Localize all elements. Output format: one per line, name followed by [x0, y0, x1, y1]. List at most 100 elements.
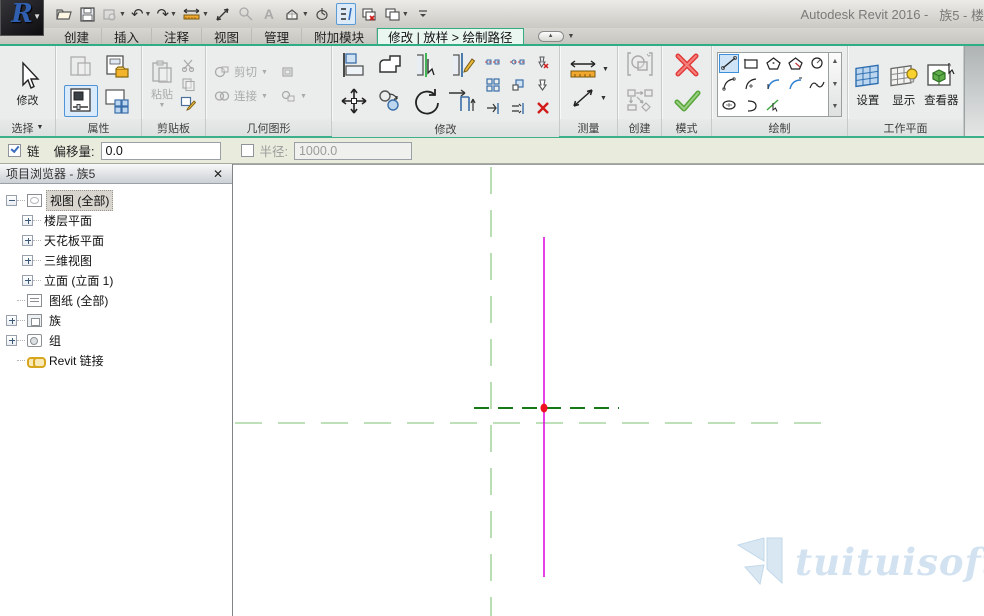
- draw-arc-ser-button[interactable]: [719, 75, 739, 94]
- drawing-area[interactable]: tuituisoft .com: [233, 164, 984, 616]
- tree-item-views[interactable]: 视图 (全部): [0, 190, 232, 210]
- align-button[interactable]: [340, 51, 368, 84]
- expand-expander[interactable]: [6, 315, 17, 326]
- draw-rectangle-button[interactable]: [741, 54, 761, 73]
- expand-expander[interactable]: [22, 275, 33, 286]
- tree-item-3d-views[interactable]: 三维视图: [0, 250, 232, 270]
- finish-sketch-button[interactable]: [673, 90, 701, 117]
- draw-partial-ellipse-button[interactable]: [741, 96, 761, 115]
- aligned-dimension-ribbon-button[interactable]: ▼: [570, 86, 607, 110]
- expand-expander[interactable]: [6, 335, 17, 346]
- chevron-down-icon[interactable]: ▼: [568, 33, 575, 40]
- trim-multiple-button[interactable]: [509, 100, 527, 116]
- tab-insert[interactable]: 插入: [102, 28, 152, 44]
- ribbon-minimize-icon[interactable]: ▲: [538, 31, 564, 42]
- core-centerline-button[interactable]: [509, 54, 527, 70]
- switch-windows-button[interactable]: ▼: [382, 3, 410, 25]
- ribbon: 修改 选择▼: [0, 44, 984, 138]
- section-button[interactable]: [313, 3, 333, 25]
- draw-circle-button[interactable]: [807, 54, 827, 73]
- chain-checkbox[interactable]: [8, 144, 21, 157]
- radius-checkbox[interactable]: [241, 144, 254, 157]
- ribbon-minimize-control[interactable]: ▲ ▼: [538, 28, 575, 44]
- thin-lines-button[interactable]: [336, 3, 356, 25]
- draw-pick-lines-button[interactable]: [763, 96, 783, 115]
- redo-button[interactable]: ↷▼: [155, 3, 178, 25]
- draw-spline-button[interactable]: [807, 75, 827, 94]
- default-3d-view-button[interactable]: ▼: [282, 3, 310, 25]
- draw-ellipse-button[interactable]: [719, 96, 739, 115]
- open-button[interactable]: [54, 3, 74, 25]
- rotate-button[interactable]: [411, 86, 441, 121]
- expand-expander[interactable]: [22, 255, 33, 266]
- save-button[interactable]: [77, 3, 97, 25]
- workplane-show-button[interactable]: 显示: [887, 61, 921, 108]
- tree-item-sheets[interactable]: 图纸 (全部): [0, 290, 232, 310]
- tree-item-floor-plans[interactable]: 楼层平面: [0, 210, 232, 230]
- split-with-gap-button[interactable]: [448, 51, 476, 84]
- expand-expander[interactable]: [22, 235, 33, 246]
- offset-input[interactable]: [101, 142, 221, 160]
- modify-tool-button[interactable]: 修改: [15, 61, 41, 108]
- move-button[interactable]: [340, 87, 368, 120]
- floppy-icon: [79, 6, 96, 23]
- draw-gallery-scrollbar[interactable]: ▲ ▼ ▼: [829, 52, 842, 117]
- draw-arc-tangent-button[interactable]: [763, 75, 783, 94]
- panel-modify: 修改: [332, 46, 560, 136]
- gallery-expand-icon[interactable]: ▼: [829, 98, 841, 116]
- split-element-button[interactable]: [412, 51, 440, 84]
- measure-button[interactable]: ▼: [181, 3, 210, 25]
- customize-qat-button[interactable]: [413, 3, 433, 25]
- undo-button[interactable]: ↶▼: [130, 3, 153, 25]
- properties-toggle-button[interactable]: [64, 85, 98, 117]
- path-point[interactable]: [541, 404, 548, 413]
- close-icon[interactable]: ✕: [210, 167, 226, 181]
- draw-inscribed-polygon-button[interactable]: [763, 54, 783, 73]
- scroll-up-icon[interactable]: ▲: [829, 53, 841, 71]
- tab-manage[interactable]: 管理: [252, 28, 302, 44]
- collapse-expander[interactable]: [6, 195, 17, 206]
- trim-single-button[interactable]: [484, 100, 502, 116]
- tree-item-revit-links[interactable]: Revit 链接: [0, 350, 232, 370]
- cancel-sketch-button[interactable]: [673, 52, 701, 83]
- close-hidden-windows-button[interactable]: [359, 3, 379, 25]
- pin-button[interactable]: [534, 77, 552, 93]
- unpin-button[interactable]: [534, 54, 552, 70]
- revit-link-icon: [27, 354, 42, 367]
- tab-addins[interactable]: 附加模块: [302, 28, 377, 44]
- panel-measure: ▼ ▼ 测量: [560, 46, 618, 136]
- tab-view[interactable]: 视图: [202, 28, 252, 44]
- workplane-viewer-button[interactable]: 查看器: [923, 61, 960, 108]
- draw-arc-center-button[interactable]: [741, 75, 761, 94]
- scale-button[interactable]: [509, 77, 527, 93]
- tab-create[interactable]: 创建: [52, 28, 102, 44]
- family-types-button[interactable]: [100, 51, 134, 83]
- draw-circumscribed-polygon-button[interactable]: [785, 54, 805, 73]
- aligned-dimension-button[interactable]: [213, 3, 233, 25]
- tree-item-families[interactable]: 族: [0, 310, 232, 330]
- panel-label-select[interactable]: 选择▼: [0, 119, 55, 136]
- matrix-array-button[interactable]: [484, 77, 502, 93]
- family-category-button[interactable]: [100, 85, 134, 117]
- draw-line-button[interactable]: [719, 54, 739, 73]
- tree-item-groups[interactable]: 组: [0, 330, 232, 350]
- tab-annotate[interactable]: 注释: [152, 28, 202, 44]
- workplane-set-button[interactable]: 设置: [851, 61, 885, 108]
- cope-button[interactable]: [376, 52, 404, 83]
- draw-arc-fillet-button[interactable]: [785, 75, 805, 94]
- tab-modify-sketch-path[interactable]: 修改 | 放样 > 绘制路径: [377, 28, 523, 44]
- application-menu-button[interactable]: R ▼: [0, 0, 44, 36]
- trim-extend-button[interactable]: [447, 87, 477, 120]
- wall-centerline-button[interactable]: [484, 54, 502, 70]
- scroll-down-icon[interactable]: ▼: [829, 75, 841, 93]
- delete-button[interactable]: [534, 100, 552, 116]
- project-browser-titlebar[interactable]: 项目浏览器 - 族5 ✕: [0, 164, 232, 184]
- tree-item-elevations[interactable]: 立面 (立面 1): [0, 270, 232, 290]
- tree-item-ceiling-plans[interactable]: 天花板平面: [0, 230, 232, 250]
- expand-expander[interactable]: [22, 215, 33, 226]
- match-type-button[interactable]: [179, 95, 197, 111]
- copy-button[interactable]: [376, 88, 404, 119]
- measure-between-button[interactable]: ▼: [568, 58, 609, 80]
- properties-icon: [68, 87, 94, 115]
- panel-label-create: 创建: [618, 119, 661, 136]
